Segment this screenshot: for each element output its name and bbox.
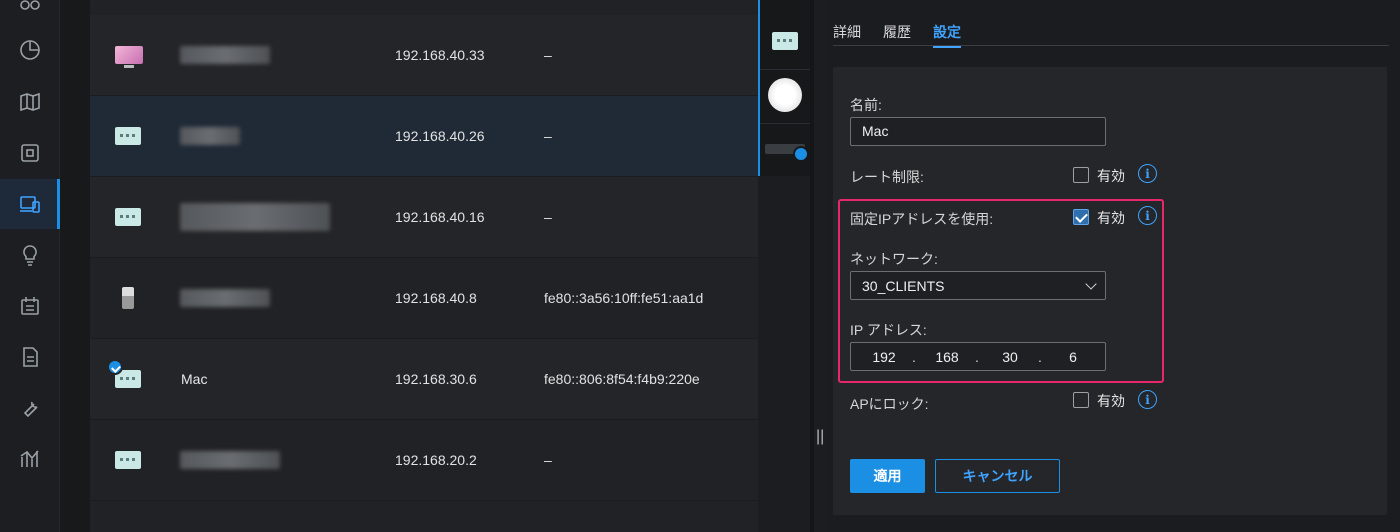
client-ipv6: – xyxy=(544,47,552,63)
strip-switch[interactable] xyxy=(760,120,810,178)
unifi-clients-screen: 192.168.40.33 – 192.168.40.26 – 192.168.… xyxy=(0,0,1400,532)
redacted-name xyxy=(180,127,240,145)
tab-settings[interactable]: 設定 xyxy=(933,22,961,48)
content-gutter xyxy=(60,0,90,532)
nav-logs[interactable] xyxy=(0,332,60,382)
strip-client-device[interactable] xyxy=(760,12,810,70)
client-ip: 192.168.20.2 xyxy=(395,452,477,468)
settings-card: 名前: Mac レート制限: 有効 i 固定IPアドレスを使用: 有効 i ネッ… xyxy=(833,67,1387,515)
uplink-device-strip xyxy=(758,0,810,176)
client-ipv6: – xyxy=(544,452,552,468)
table-row[interactable]: 192.168.20.2 – xyxy=(90,420,758,501)
devices-icon xyxy=(21,144,39,162)
rate-limit-checkbox[interactable] xyxy=(1073,167,1089,183)
table-row[interactable]: 192.168.40.26 – xyxy=(90,96,758,177)
splitter-handle-icon[interactable]: || xyxy=(816,428,824,446)
client-ip: 192.168.40.26 xyxy=(395,128,485,144)
ip-separator: . xyxy=(912,349,916,365)
fixed-ip-check-label: 有効 xyxy=(1097,210,1125,226)
client-ipv6: fe80::806:8f54:f4b9:220e xyxy=(544,371,700,387)
client-ip: 192.168.30.6 xyxy=(395,371,477,387)
network-label: ネットワーク: xyxy=(850,251,938,267)
sidebar-nav xyxy=(0,0,60,532)
apply-button[interactable]: 適用 xyxy=(850,459,925,493)
ap-lock-label: APにロック: xyxy=(850,396,929,412)
redacted-name xyxy=(180,46,270,64)
info-icon[interactable]: i xyxy=(1138,164,1157,183)
insights-bulb-icon xyxy=(23,245,37,266)
ip-octet-1[interactable]: 192 xyxy=(864,349,904,365)
dashboard-pie-icon xyxy=(20,40,40,60)
wrench-icon xyxy=(23,401,38,418)
ethernet-device-icon xyxy=(115,127,141,145)
nav-devices[interactable] xyxy=(0,128,60,178)
ethernet-device-icon xyxy=(772,31,798,50)
document-icon xyxy=(23,347,38,367)
rate-limit-check-label: 有効 xyxy=(1097,168,1125,184)
client-ip: 192.168.40.8 xyxy=(395,290,477,306)
table-row[interactable]: Mac 192.168.30.6 fe80::806:8f54:f4b9:220… xyxy=(90,339,758,420)
wired-badge-icon xyxy=(107,359,123,375)
client-ipv6: – xyxy=(544,128,552,144)
ip-octet-4[interactable]: 6 xyxy=(1053,349,1093,365)
client-detail-panel: 詳細 履歴 設定 名前: Mac レート制限: 有効 i 固定IPアドレスを使用… xyxy=(826,0,1400,532)
cancel-button[interactable]: キャンセル xyxy=(935,459,1060,493)
info-icon[interactable]: i xyxy=(1138,206,1157,225)
name-label: 名前: xyxy=(850,97,882,113)
client-ip: 192.168.40.33 xyxy=(395,47,485,63)
ip-address-label: IP アドレス: xyxy=(850,322,927,338)
nav-topology[interactable] xyxy=(0,0,60,28)
nav-calendar[interactable] xyxy=(0,281,60,331)
nav-insights[interactable] xyxy=(0,230,60,280)
ap-lock-check-label: 有効 xyxy=(1097,393,1125,409)
ip-separator: . xyxy=(975,349,979,365)
ip-address-input: 192 . 168 . 30 . 6 xyxy=(850,342,1106,371)
ethernet-device-icon xyxy=(115,451,141,469)
panel-splitter[interactable] xyxy=(810,0,814,532)
client-ip: 192.168.40.16 xyxy=(395,209,485,225)
tv-icon xyxy=(115,46,143,68)
client-ipv6: – xyxy=(544,209,552,225)
panel-tabs: 詳細 履歴 設定 xyxy=(833,20,1389,48)
nav-clients[interactable] xyxy=(0,179,60,229)
redacted-name xyxy=(180,451,280,469)
nav-dashboard[interactable] xyxy=(0,25,60,75)
ap-lock-checkbox[interactable] xyxy=(1073,392,1089,408)
network-select[interactable]: 30_CLIENTS xyxy=(850,271,1106,300)
topology-icon xyxy=(20,0,40,10)
network-select-value: 30_CLIENTS xyxy=(862,278,945,294)
rate-limit-label: レート制限: xyxy=(850,169,924,185)
fixed-ip-checkbox[interactable] xyxy=(1073,209,1089,225)
ip-octet-3[interactable]: 30 xyxy=(990,349,1030,365)
table-row[interactable]: 192.168.40.33 – xyxy=(90,15,758,96)
strip-access-point[interactable] xyxy=(760,66,810,124)
chevron-down-icon xyxy=(1085,278,1097,290)
client-ipv6: fe80::3a56:10ff:fe51:aa1d xyxy=(544,290,704,306)
calendar-icon xyxy=(21,297,39,315)
access-point-icon xyxy=(768,77,802,112)
tab-details[interactable]: 詳細 xyxy=(833,22,861,46)
name-input[interactable]: Mac xyxy=(850,117,1106,146)
clients-icon xyxy=(20,196,40,213)
ip-separator: . xyxy=(1038,349,1042,365)
info-icon[interactable]: i xyxy=(1138,390,1157,409)
switch-icon xyxy=(765,144,809,162)
redacted-name xyxy=(180,289,270,307)
redacted-name xyxy=(180,203,330,231)
map-icon xyxy=(20,92,40,112)
client-table: 192.168.40.33 – 192.168.40.26 – 192.168.… xyxy=(90,0,758,532)
table-row[interactable]: 192.168.40.8 fe80::3a56:10ff:fe51:aa1d xyxy=(90,258,758,339)
usb-device-icon xyxy=(122,287,134,309)
statistics-icon xyxy=(20,450,39,467)
table-row[interactable]: 192.168.40.16 – xyxy=(90,177,758,258)
tab-history[interactable]: 履歴 xyxy=(883,22,911,46)
nav-tools[interactable] xyxy=(0,383,60,433)
nav-map[interactable] xyxy=(0,77,60,127)
client-name: Mac xyxy=(181,371,208,387)
nav-statistics[interactable] xyxy=(0,434,60,484)
ethernet-device-icon xyxy=(115,208,141,226)
fixed-ip-label: 固定IPアドレスを使用: xyxy=(850,211,994,227)
ip-octet-2[interactable]: 168 xyxy=(927,349,967,365)
